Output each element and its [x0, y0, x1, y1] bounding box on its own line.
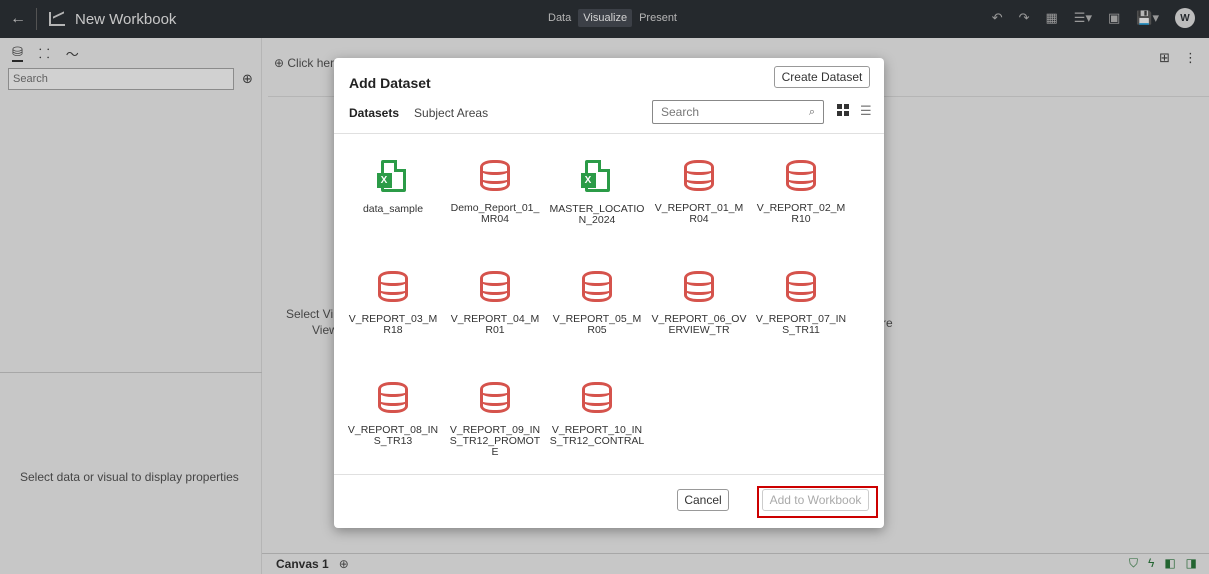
cancel-button[interactable]: Cancel — [677, 489, 729, 511]
dataset-tile[interactable]: V_REPORT_08_INS_TR13 — [342, 380, 444, 480]
dataset-tile[interactable]: V_REPORT_01_MR04 — [648, 158, 750, 258]
dataset-label: MASTER_LOCATION_2024 — [549, 203, 645, 226]
dataset-tile[interactable]: V_REPORT_03_MR18 — [342, 269, 444, 369]
dataset-tile[interactable]: V_REPORT_05_MR05 — [546, 269, 648, 369]
dialog-divider — [334, 133, 884, 134]
database-icon — [480, 382, 510, 413]
dataset-label: data_sample — [362, 203, 424, 215]
database-icon — [378, 271, 408, 302]
dataset-tile[interactable]: V_REPORT_06_OVERVIEW_TR — [648, 269, 750, 369]
tab-datasets[interactable]: Datasets — [349, 106, 399, 123]
dataset-label: V_REPORT_03_MR18 — [348, 313, 438, 336]
database-icon — [684, 271, 714, 302]
database-icon — [378, 382, 408, 413]
dataset-grid: Xdata_sample Demo_Report_01_MR04 X MASTER_L… — [342, 158, 862, 480]
dataset-tile[interactable]: Demo_Report_01_MR04 — [444, 158, 546, 258]
dialog-title: Add Dataset — [349, 75, 431, 91]
tab-subject-areas[interactable]: Subject Areas — [414, 106, 488, 123]
database-icon — [786, 271, 816, 302]
dataset-label: V_REPORT_04_MR01 — [450, 313, 540, 336]
dataset-tile[interactable]: X MASTER_LOCATION_2024 — [546, 158, 648, 258]
dataset-label: V_REPORT_05_MR05 — [552, 313, 642, 336]
dataset-label: V_REPORT_02_MR10 — [756, 202, 846, 225]
excel-file-icon: X — [580, 160, 610, 192]
dataset-label: V_REPORT_06_OVERVIEW_TR — [651, 313, 747, 336]
dataset-label: V_REPORT_01_MR04 — [654, 202, 744, 225]
grid-view-icon[interactable] — [837, 104, 849, 116]
dataset-tile[interactable]: V_REPORT_09_INS_TR12_PROMOTE — [444, 380, 546, 480]
database-icon — [582, 382, 612, 413]
create-dataset-button[interactable]: Create Dataset — [774, 66, 870, 88]
dataset-tile[interactable]: V_REPORT_04_MR01 — [444, 269, 546, 369]
dataset-search-input[interactable]: Search ⌕ — [652, 100, 824, 124]
search-placeholder: Search — [661, 105, 700, 119]
dataset-tile[interactable]: V_REPORT_10_INS_TR12_CONTRAL — [546, 380, 648, 480]
database-icon — [480, 271, 510, 302]
dataset-label: Demo_Report_01_MR04 — [450, 202, 540, 225]
dialog-footer-divider — [334, 474, 884, 475]
dataset-tile[interactable]: V_REPORT_02_MR10 — [750, 158, 852, 258]
dataset-label: V_REPORT_07_INS_TR11 — [755, 313, 847, 336]
list-view-icon[interactable]: ☰ — [860, 103, 872, 119]
database-icon — [684, 160, 714, 191]
search-icon[interactable]: ⌕ — [809, 101, 815, 123]
dataset-tile[interactable]: Xdata_sample — [342, 158, 444, 258]
dataset-label: V_REPORT_09_INS_TR12_PROMOTE — [449, 424, 541, 458]
dataset-tile[interactable]: V_REPORT_07_INS_TR11 — [750, 269, 852, 369]
dialog-tabs: Datasets Subject Areas — [349, 106, 488, 123]
highlight-box — [757, 486, 878, 518]
dataset-label: V_REPORT_10_INS_TR12_CONTRAL — [549, 424, 645, 447]
database-icon — [480, 160, 510, 191]
database-icon — [786, 160, 816, 191]
database-icon — [582, 271, 612, 302]
add-dataset-dialog: Add Dataset Create Dataset Datasets Subj… — [334, 58, 884, 528]
excel-file-icon: X — [376, 160, 406, 192]
dataset-label: V_REPORT_08_INS_TR13 — [347, 424, 439, 447]
